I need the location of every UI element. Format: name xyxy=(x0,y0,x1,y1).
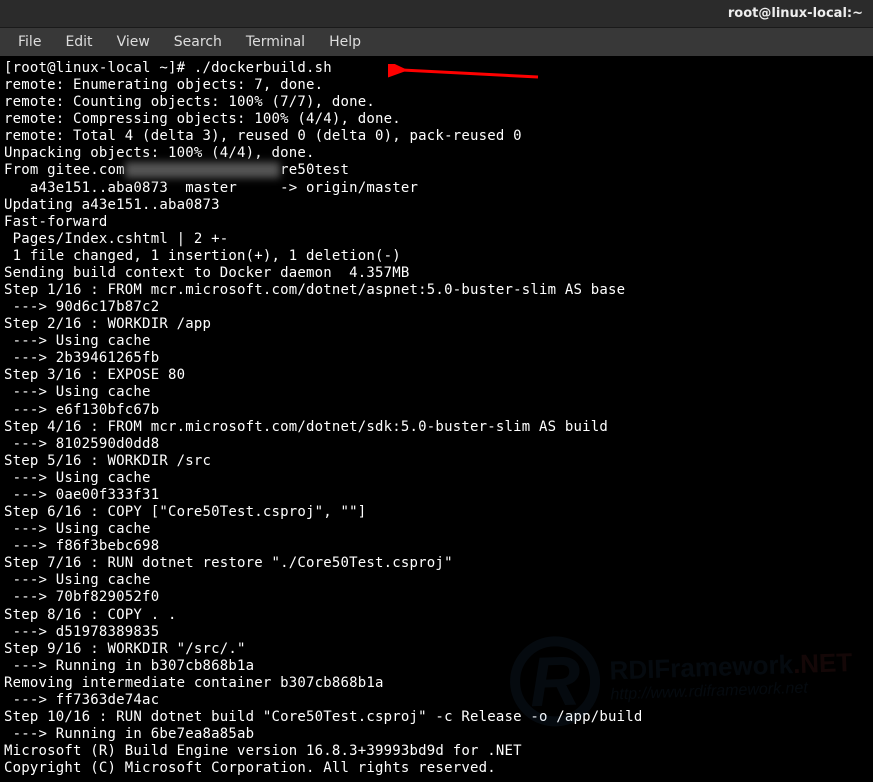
menu-view[interactable]: View xyxy=(105,30,162,54)
terminal-line: ---> 2b39461265fb xyxy=(4,350,869,367)
window-title: root@linux-local:~ xyxy=(728,6,863,21)
terminal-line: Updating a43e151..aba0873 xyxy=(4,197,869,214)
terminal-line: Step 9/16 : WORKDIR "/src/." xyxy=(4,641,869,658)
terminal-line: Step 3/16 : EXPOSE 80 xyxy=(4,367,869,384)
terminal-line: Unpacking objects: 100% (4/4), done. xyxy=(4,145,869,162)
terminal-line: remote: Compressing objects: 100% (4/4),… xyxy=(4,111,869,128)
terminal-line: [root@linux-local ~]# ./dockerbuild.sh xyxy=(4,60,869,77)
terminal-line: Step 4/16 : FROM mcr.microsoft.com/dotne… xyxy=(4,419,869,436)
terminal-line: remote: Counting objects: 100% (7/7), do… xyxy=(4,94,869,111)
menu-file[interactable]: File xyxy=(6,30,53,54)
terminal-line: Pages/Index.cshtml | 2 +- xyxy=(4,231,869,248)
terminal-line: Step 10/16 : RUN dotnet build "Core50Tes… xyxy=(4,709,869,726)
terminal-output[interactable]: [root@linux-local ~]# ./dockerbuild.shre… xyxy=(0,56,873,782)
menu-terminal[interactable]: Terminal xyxy=(234,30,317,54)
terminal-line: 1 file changed, 1 insertion(+), 1 deleti… xyxy=(4,248,869,265)
terminal-line: ---> 0ae00f333f31 xyxy=(4,487,869,504)
terminal-line: Copyright (C) Microsoft Corporation. All… xyxy=(4,760,869,777)
terminal-line: ---> 8102590d0dd8 xyxy=(4,436,869,453)
terminal-line: Step 6/16 : COPY ["Core50Test.csproj", "… xyxy=(4,504,869,521)
terminal-line: ---> Using cache xyxy=(4,470,869,487)
terminal-line: ---> Using cache xyxy=(4,521,869,538)
terminal-line: ---> d51978389835 xyxy=(4,624,869,641)
terminal-line: ---> Using cache xyxy=(4,333,869,350)
window-titlebar: root@linux-local:~ xyxy=(0,0,873,28)
terminal-line: remote: Total 4 (delta 3), reused 0 (del… xyxy=(4,128,869,145)
terminal-line: a43e151..aba0873 master -> origin/master xyxy=(4,180,869,197)
terminal-line: From gitee.comxxxxxxxxxxxxxxxxxxre50test xyxy=(4,162,869,179)
terminal-line: ---> Running in 6be7ea8a85ab xyxy=(4,726,869,743)
menu-search[interactable]: Search xyxy=(162,30,234,54)
redacted-text: xxxxxxxxxxxxxxxxxx xyxy=(125,162,280,178)
terminal-line: ---> Using cache xyxy=(4,572,869,589)
terminal-line: ---> 70bf829052f0 xyxy=(4,589,869,606)
terminal-line: Step 5/16 : WORKDIR /src xyxy=(4,453,869,470)
terminal-line: ---> Running in b307cb868b1a xyxy=(4,658,869,675)
terminal-line: ---> Using cache xyxy=(4,384,869,401)
terminal-line: ---> ff7363de74ac xyxy=(4,692,869,709)
menu-help[interactable]: Help xyxy=(317,30,373,54)
terminal-line: Step 7/16 : RUN dotnet restore "./Core50… xyxy=(4,555,869,572)
terminal-line: Microsoft (R) Build Engine version 16.8.… xyxy=(4,743,869,760)
terminal-line: Step 1/16 : FROM mcr.microsoft.com/dotne… xyxy=(4,282,869,299)
terminal-line: ---> e6f130bfc67b xyxy=(4,402,869,419)
terminal-line: Removing intermediate container b307cb86… xyxy=(4,675,869,692)
menubar: File Edit View Search Terminal Help xyxy=(0,28,873,56)
menu-edit[interactable]: Edit xyxy=(53,30,104,54)
terminal-line: ---> 90d6c17b87c2 xyxy=(4,299,869,316)
terminal-line: Fast-forward xyxy=(4,214,869,231)
terminal-line: Step 2/16 : WORKDIR /app xyxy=(4,316,869,333)
terminal-line: Step 8/16 : COPY . . xyxy=(4,607,869,624)
terminal-line: ---> f86f3bebc698 xyxy=(4,538,869,555)
terminal-line: Sending build context to Docker daemon 4… xyxy=(4,265,869,282)
terminal-line: remote: Enumerating objects: 7, done. xyxy=(4,77,869,94)
